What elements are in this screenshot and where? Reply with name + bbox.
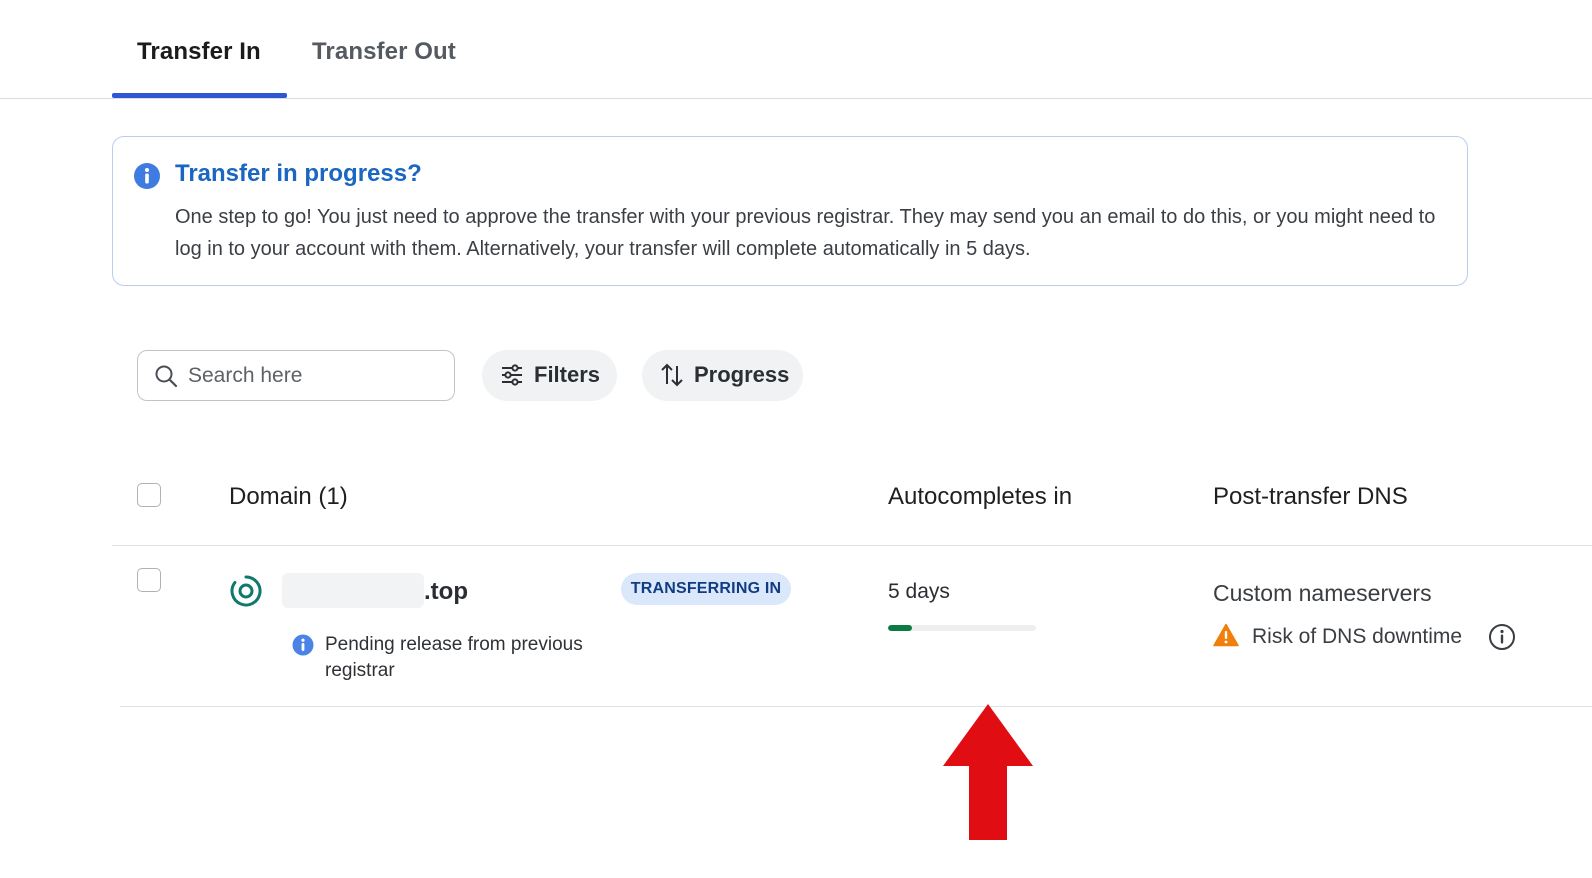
dns-setting: Custom nameservers bbox=[1213, 580, 1432, 606]
column-header-domain[interactable]: Domain (1) bbox=[229, 483, 348, 511]
header-divider bbox=[112, 545, 1592, 546]
column-header-autocompletes[interactable]: Autocompletes in bbox=[888, 483, 1072, 511]
select-all-checkbox[interactable] bbox=[137, 483, 161, 507]
dns-warning-text: Risk of DNS downtime bbox=[1252, 625, 1463, 648]
column-header-dns[interactable]: Post-transfer DNS bbox=[1213, 483, 1408, 511]
annotation-arrow-icon bbox=[943, 704, 1033, 840]
domain-name[interactable]: .top bbox=[424, 578, 468, 606]
filters-button[interactable]: Filters bbox=[482, 350, 617, 401]
redacted-domain-name bbox=[282, 573, 424, 608]
row-divider bbox=[120, 706, 1592, 707]
info-icon bbox=[134, 163, 160, 189]
search-box bbox=[137, 350, 455, 401]
tab-transfer-in[interactable]: Transfer In bbox=[137, 38, 261, 66]
sort-arrows-icon bbox=[661, 363, 683, 387]
transfer-status-icon bbox=[230, 575, 262, 607]
tab-bar: Transfer In Transfer Out bbox=[0, 0, 1592, 99]
sliders-icon bbox=[502, 364, 522, 386]
search-icon bbox=[155, 365, 178, 388]
sort-progress-button[interactable]: Progress bbox=[642, 350, 803, 401]
info-outline-icon[interactable] bbox=[1488, 623, 1516, 651]
info-icon bbox=[292, 634, 314, 656]
filters-label: Filters bbox=[534, 362, 601, 387]
transfer-progress-fill bbox=[888, 625, 912, 631]
banner-message: One step to go! You just need to approve… bbox=[175, 206, 1436, 260]
autocomplete-days: 5 days bbox=[888, 580, 950, 603]
active-tab-indicator bbox=[112, 93, 287, 98]
progress-label: Progress bbox=[694, 362, 790, 387]
banner-title: Transfer in progress? bbox=[175, 160, 422, 187]
search-input[interactable] bbox=[186, 359, 440, 393]
status-badge: TRANSFERRING IN bbox=[621, 573, 791, 605]
row-checkbox[interactable] bbox=[137, 568, 161, 592]
transfer-progress-bar bbox=[888, 625, 1036, 631]
tab-transfer-out[interactable]: Transfer Out bbox=[312, 38, 456, 66]
transfer-info-banner: Transfer in progress? One step to go! Yo… bbox=[112, 136, 1468, 286]
pending-status-text: Pending release from previous registrar bbox=[325, 634, 583, 681]
warning-icon bbox=[1213, 623, 1239, 647]
